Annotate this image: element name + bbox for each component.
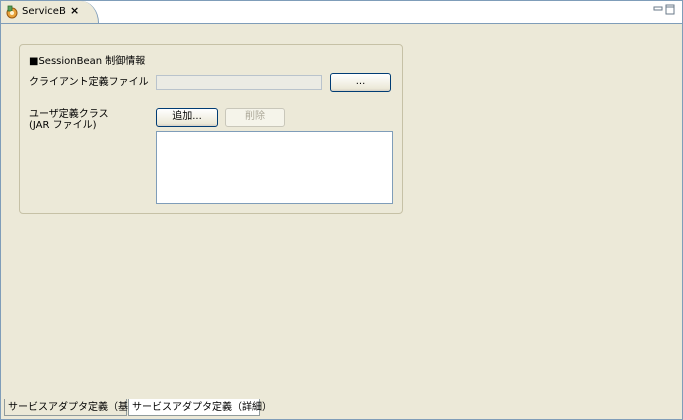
tab-serviceb[interactable]: ServiceB × (1, 1, 99, 23)
editor-content: ■SessionBean 制御情報 クライアント定義ファイル ... ユーザ定義… (2, 24, 681, 395)
window-controls (653, 4, 675, 15)
maximize-icon[interactable] (665, 4, 675, 15)
delete-button[interactable]: 削除 (225, 108, 285, 127)
tab-title: ServiceB (22, 6, 66, 17)
service-adapter-icon (6, 5, 18, 19)
client-file-label: クライアント定義ファイル (29, 77, 149, 88)
editor-tab-bar: ServiceB × (1, 1, 682, 24)
user-class-label-line1: ユーザ定義クラス (29, 109, 109, 120)
group-title: ■SessionBean 制御情報 (29, 56, 146, 67)
close-icon[interactable]: × (70, 4, 79, 17)
page-tabs: サービスアダプタ定義（基本） サービスアダプタ定義（詳細） (2, 397, 681, 419)
jar-file-list[interactable] (156, 131, 393, 204)
minimize-icon[interactable] (653, 6, 663, 11)
editor-frame: ServiceB × ■SessionBean 制御情報 クライアント定義ファイ… (0, 0, 683, 420)
browse-button[interactable]: ... (330, 73, 391, 92)
add-button[interactable]: 追加... (156, 108, 218, 127)
tab-basic[interactable]: サービスアダプタ定義（基本） (4, 399, 148, 416)
sessionbean-group: ■SessionBean 制御情報 クライアント定義ファイル ... ユーザ定義… (19, 44, 403, 214)
user-class-label-line2: (JAR ファイル) (29, 120, 97, 131)
client-file-field[interactable] (156, 75, 322, 90)
tab-detail[interactable]: サービスアダプタ定義（詳細） (128, 399, 272, 416)
